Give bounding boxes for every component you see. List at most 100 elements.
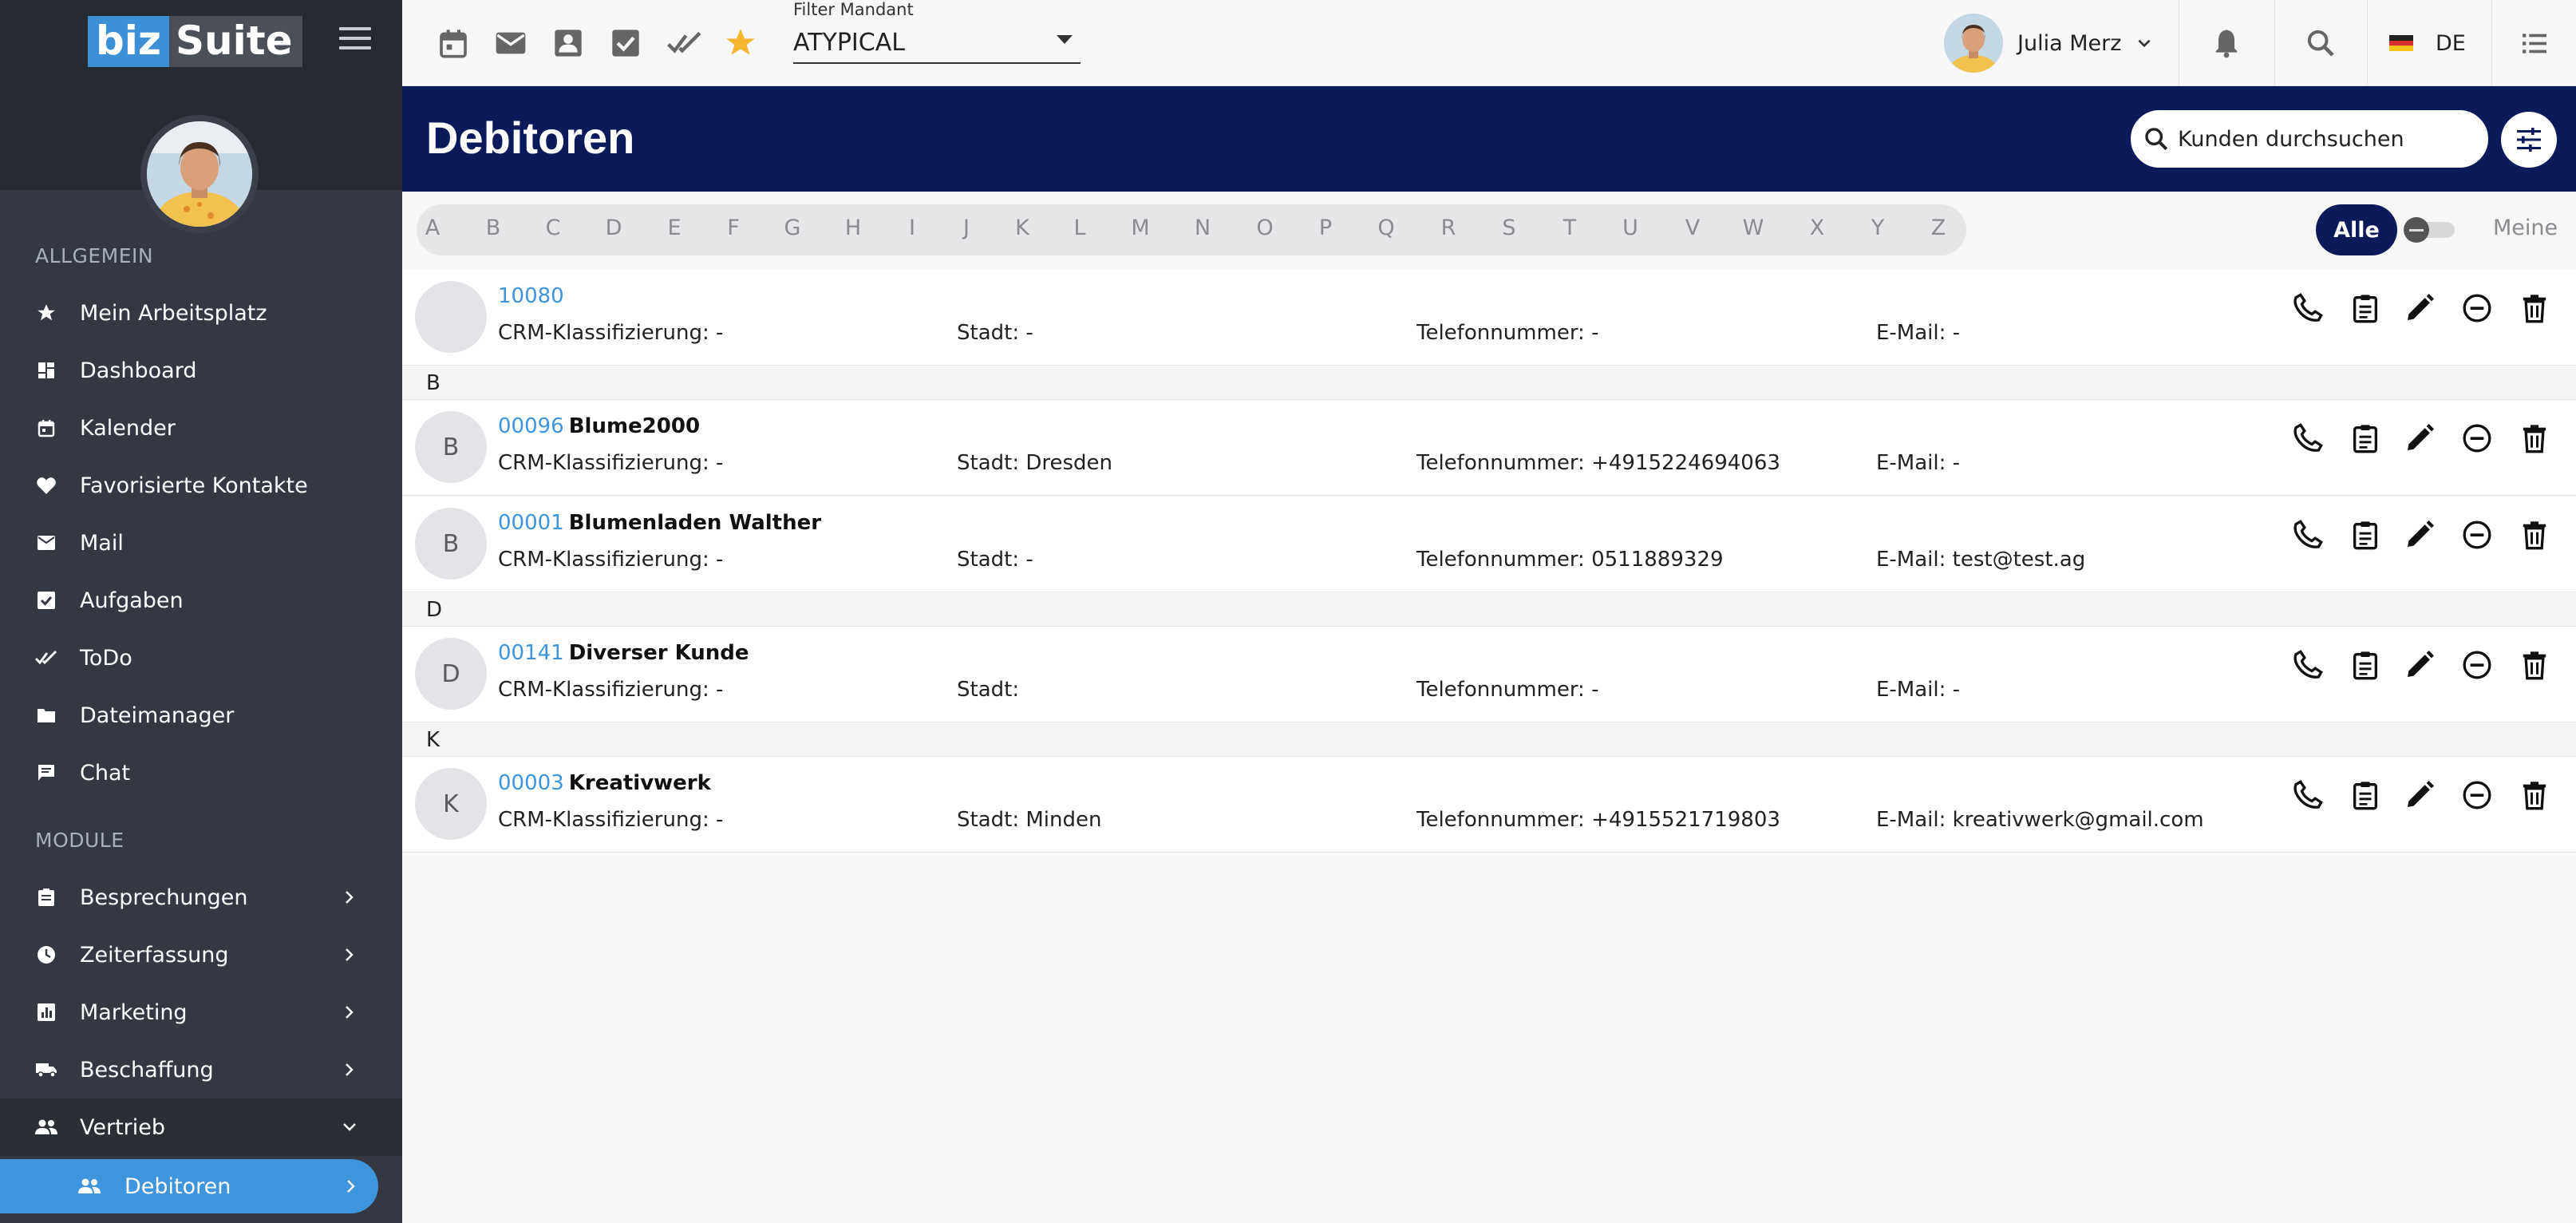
list-menu-icon[interactable] — [2519, 27, 2550, 59]
customer-number-link[interactable]: 00001 — [498, 511, 564, 535]
clipboard-icon[interactable] — [2349, 292, 2383, 326]
search-icon[interactable] — [2305, 27, 2337, 59]
sidebar-avatar[interactable] — [140, 115, 259, 233]
sidebar-item-mein-arbeitsplatz[interactable]: Mein Arbeitsplatz — [0, 284, 402, 342]
calendar-icon[interactable] — [437, 27, 469, 59]
table-row[interactable]: 10080 CRM-Klassifizierung: - Stadt: - Telef… — [402, 270, 2576, 366]
language-switcher[interactable]: DE — [2389, 26, 2466, 61]
mail-icon[interactable] — [495, 27, 527, 59]
sidebar-item-beschaffung[interactable]: Beschaffung — [0, 1041, 402, 1098]
pencil-icon[interactable] — [2404, 292, 2437, 326]
star-icon[interactable] — [725, 27, 757, 59]
filter-all-button[interactable]: Alle — [2316, 204, 2397, 255]
customer-number-link[interactable]: 00003 — [498, 771, 564, 795]
alphabet-letter[interactable]: F — [717, 216, 749, 240]
trash-icon[interactable] — [2519, 422, 2552, 456]
alphabet-letter[interactable]: Y — [1862, 216, 1894, 240]
group-header: D — [402, 593, 2576, 627]
alphabet-letter[interactable]: Z — [1922, 216, 1954, 240]
pencil-icon[interactable] — [2404, 779, 2437, 813]
alphabet-letter[interactable]: M — [1124, 216, 1156, 240]
sidebar-item-aufgaben[interactable]: Aufgaben — [0, 572, 402, 629]
sidebar-item-vertrieb[interactable]: Vertrieb — [0, 1098, 402, 1156]
phone-icon[interactable] — [2292, 779, 2325, 813]
customer-number-link[interactable]: 10080 — [498, 284, 564, 308]
pencil-icon[interactable] — [2404, 422, 2437, 456]
bar-chart-icon — [35, 1001, 57, 1023]
alphabet-letter[interactable]: Q — [1370, 216, 1402, 240]
alphabet-letter[interactable]: C — [537, 216, 569, 240]
alphabet-letter[interactable]: O — [1249, 216, 1281, 240]
table-row[interactable]: D 00141 Diverser Kunde CRM-Klassifizierung:… — [402, 627, 2576, 722]
trash-icon[interactable] — [2519, 519, 2552, 552]
app-logo[interactable]: biz Suite — [88, 16, 302, 67]
customer-number-link[interactable]: 00096 — [498, 414, 564, 438]
phone-icon[interactable] — [2292, 519, 2325, 552]
phone-icon[interactable] — [2292, 422, 2325, 456]
alphabet-letter[interactable]: J — [950, 216, 982, 240]
table-row[interactable]: B 00096 Blume2000 CRM-Klassifizierung: - Sta… — [402, 400, 2576, 496]
alphabet-letter[interactable]: L — [1064, 216, 1096, 240]
alphabet-letter[interactable]: W — [1737, 216, 1769, 240]
alphabet-letter[interactable]: K — [1006, 216, 1038, 240]
trash-icon[interactable] — [2519, 779, 2552, 813]
alphabet-letter[interactable]: E — [658, 216, 690, 240]
pencil-icon[interactable] — [2404, 649, 2437, 683]
alphabet-letter[interactable]: I — [896, 216, 928, 240]
search-input[interactable] — [2178, 126, 2465, 152]
bell-icon[interactable] — [2211, 27, 2242, 59]
trash-icon[interactable] — [2519, 649, 2552, 683]
sidebar-item-favorisierte-kontakte[interactable]: Favorisierte Kontakte — [0, 457, 402, 514]
customer-search[interactable] — [2131, 110, 2488, 168]
alphabet-letter[interactable]: N — [1187, 216, 1219, 240]
alphabet-letter[interactable]: P — [1310, 216, 1341, 240]
alphabet-letter[interactable]: R — [1432, 216, 1464, 240]
clipboard-icon[interactable] — [2349, 519, 2383, 552]
mine-toggle[interactable] — [2404, 217, 2458, 243]
minus-circle-icon[interactable] — [2461, 779, 2495, 813]
sidebar-item-marketing[interactable]: Marketing — [0, 984, 402, 1041]
alphabet-letter[interactable]: V — [1677, 216, 1709, 240]
alphabet-letter[interactable]: A — [417, 216, 448, 240]
alphabet-letter[interactable]: U — [1614, 216, 1646, 240]
clipboard-icon[interactable] — [2349, 422, 2383, 456]
customer-number-link[interactable]: 00141 — [498, 641, 564, 665]
alphabet-letter[interactable]: S — [1493, 216, 1525, 240]
sidebar-item-debitoren[interactable]: Debitoren — [0, 1159, 378, 1213]
alphabet-letter[interactable]: T — [1554, 216, 1586, 240]
sidebar-item-mail[interactable]: Mail — [0, 514, 402, 572]
alphabet-letter[interactable]: X — [1801, 216, 1833, 240]
sidebar-item-kalender[interactable]: Kalender — [0, 399, 402, 457]
table-row[interactable]: K 00003 Kreativwerk CRM-Klassifizierung: - S… — [402, 757, 2576, 853]
contact-icon[interactable] — [552, 27, 584, 59]
user-menu[interactable]: Julia Merz — [1944, 13, 2153, 73]
alphabet-letter[interactable]: H — [837, 216, 869, 240]
clipboard-icon[interactable] — [2349, 779, 2383, 813]
filter-settings-button[interactable] — [2501, 112, 2557, 168]
phone-icon[interactable] — [2292, 649, 2325, 683]
alphabet-letter[interactable]: D — [598, 216, 630, 240]
group-letter: D — [426, 598, 443, 622]
pencil-icon[interactable] — [2404, 519, 2437, 552]
alphabet-letter[interactable]: B — [477, 216, 509, 240]
minus-circle-icon[interactable] — [2461, 422, 2495, 456]
minus-circle-icon[interactable] — [2461, 649, 2495, 683]
sidebar-item-dashboard[interactable]: Dashboard — [0, 342, 402, 399]
double-check-icon[interactable] — [667, 27, 701, 59]
table-row[interactable]: B 00001 Blumenladen Walther CRM-Klassifizie… — [402, 497, 2576, 592]
sidebar-item-todo[interactable]: ToDo — [0, 629, 402, 687]
sidebar-item-besprechungen[interactable]: Besprechungen — [0, 869, 402, 926]
filter-mine-button[interactable]: Meine — [2493, 216, 2558, 240]
trash-icon[interactable] — [2519, 292, 2552, 326]
minus-circle-icon[interactable] — [2461, 519, 2495, 552]
clipboard-icon[interactable] — [2349, 649, 2383, 683]
menu-toggle-icon[interactable] — [339, 27, 371, 59]
alphabet-letter[interactable]: G — [776, 216, 808, 240]
sidebar-item-chat[interactable]: Chat — [0, 744, 402, 801]
sidebar-item-dateimanager[interactable]: Dateimanager — [0, 687, 402, 744]
checkbox-icon[interactable] — [610, 27, 642, 59]
sidebar-item-zeiterfassung[interactable]: Zeiterfassung — [0, 926, 402, 984]
filter-mandant-select[interactable]: Filter Mandant ATYPICAL — [793, 0, 1081, 65]
phone-icon[interactable] — [2292, 292, 2325, 326]
minus-circle-icon[interactable] — [2461, 292, 2495, 326]
